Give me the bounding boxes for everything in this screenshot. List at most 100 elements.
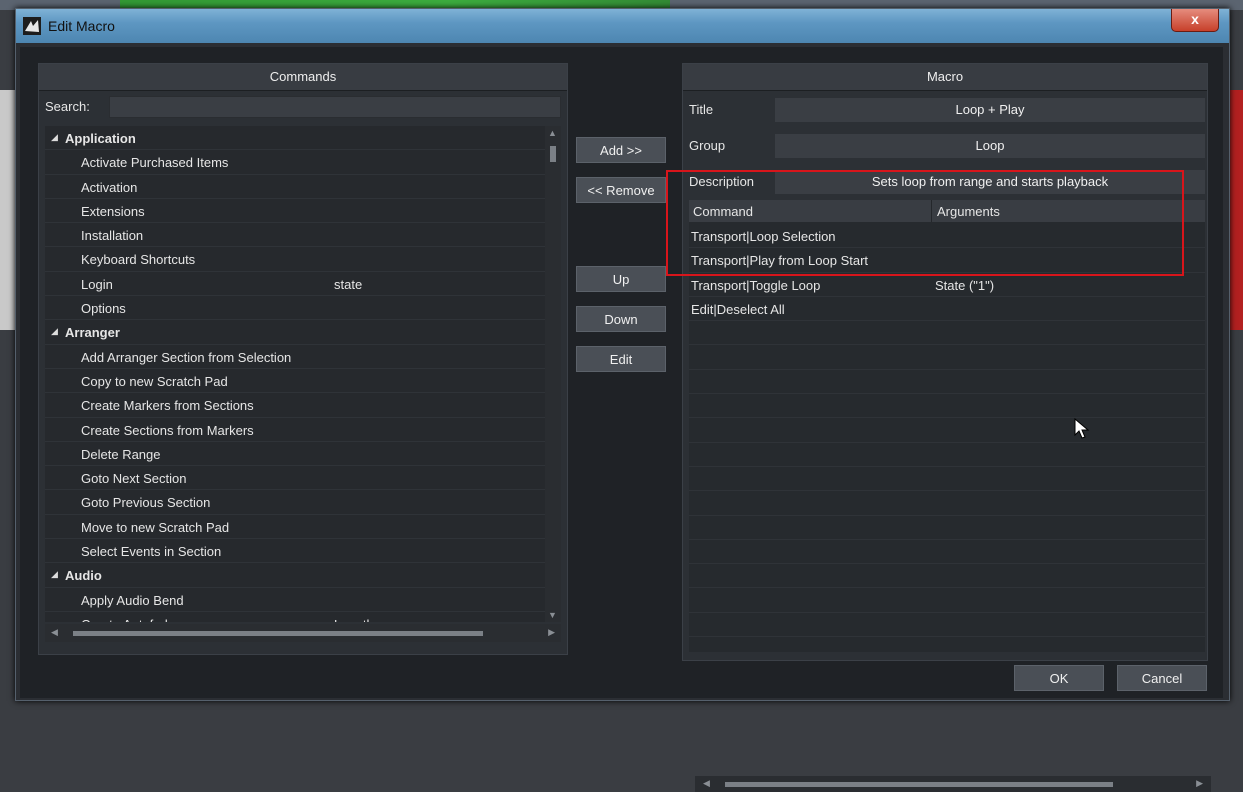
- dialog-body: Commands Search: ◢ Application Activate Pu…: [20, 47, 1223, 792]
- edit-button[interactable]: Edit: [576, 346, 666, 372]
- empty-grid-row: [689, 491, 1205, 516]
- scroll-down-icon[interactable]: ▼: [548, 610, 557, 620]
- commands-vertical-scrollbar[interactable]: ▲ ▼: [545, 126, 561, 622]
- mouse-cursor-icon: [1074, 418, 1090, 439]
- tree-row-label: Extensions: [81, 203, 145, 219]
- tree-row-label: Arranger: [65, 325, 120, 341]
- search-label: Search:: [45, 99, 90, 114]
- tree-group-row[interactable]: ◢ Application: [45, 126, 545, 151]
- macro-row-command: Edit|Deselect All: [691, 301, 785, 317]
- group-label: Group: [689, 138, 726, 153]
- tree-group-row[interactable]: ◢ Arranger: [45, 320, 545, 345]
- tree-item-row[interactable]: Installation: [45, 223, 545, 248]
- tree-row-label: Activation: [81, 179, 138, 195]
- tree-item-row[interactable]: Add Arranger Section from Selection: [45, 345, 545, 369]
- edit-macro-dialog: Edit Macro x Commands Search: ◢ Applicati…: [15, 8, 1230, 792]
- expand-triangle-icon[interactable]: ◢: [51, 326, 58, 337]
- empty-grid-row: [689, 613, 1205, 638]
- macro-row[interactable]: Transport|Toggle Loop State ("1"): [689, 273, 1205, 297]
- empty-grid-row: [689, 540, 1205, 565]
- empty-grid-row: [689, 564, 1205, 589]
- tree-row-label: Delete Range: [81, 446, 161, 462]
- tree-item-row[interactable]: Keyboard Shortcuts: [45, 247, 545, 272]
- scroll-left-icon[interactable]: ◀: [703, 778, 710, 789]
- highlight-box: [666, 170, 1184, 276]
- empty-grid-row: [689, 321, 1205, 346]
- search-input[interactable]: [109, 96, 561, 118]
- empty-grid-row: [689, 516, 1205, 540]
- tree-item-row[interactable]: Activation: [45, 175, 545, 199]
- tree-item-row[interactable]: Goto Previous Section: [45, 490, 545, 515]
- tree-item-row[interactable]: Extensions: [45, 199, 545, 224]
- tree-group-row[interactable]: ◢ Audio: [45, 563, 545, 588]
- empty-grid-row: [689, 588, 1205, 613]
- add-button[interactable]: Add >>: [576, 137, 666, 163]
- tree-item-row[interactable]: Options: [45, 296, 545, 321]
- tree-row-label: Activate Purchased Items: [81, 155, 229, 171]
- macro-header: Macro: [683, 64, 1207, 91]
- search-row: Search:: [39, 94, 567, 120]
- scroll-thumb[interactable]: [550, 146, 556, 162]
- tree-item-row[interactable]: Create Markers from Sections: [45, 393, 545, 418]
- macro-row-command: Transport|Toggle Loop: [691, 277, 821, 293]
- ok-button[interactable]: OK: [1014, 665, 1104, 691]
- tree-item-row[interactable]: Copy to new Scratch Pad: [45, 369, 545, 394]
- cancel-button[interactable]: Cancel: [1117, 665, 1207, 691]
- tree-row-label: Audio: [65, 568, 102, 584]
- expand-triangle-icon[interactable]: ◢: [51, 132, 58, 143]
- scroll-thumb[interactable]: [725, 782, 1113, 787]
- tree-row-label: Create Autofades: [81, 617, 181, 622]
- down-button[interactable]: Down: [576, 306, 666, 332]
- tree-item-row[interactable]: Login state: [45, 272, 545, 297]
- empty-grid-row: [689, 418, 1205, 443]
- tree-row-label: Application: [65, 131, 136, 146]
- up-button[interactable]: Up: [576, 266, 666, 292]
- macro-horizontal-scrollbar[interactable]: ◀ ▶: [695, 776, 1211, 792]
- tree-row-label: Options: [81, 301, 126, 317]
- macro-row[interactable]: Edit|Deselect All: [689, 297, 1205, 322]
- close-icon: x: [1191, 11, 1199, 27]
- tree-row-label: Goto Previous Section: [81, 495, 211, 511]
- scroll-up-icon[interactable]: ▲: [548, 128, 557, 138]
- window-title: Edit Macro: [48, 18, 115, 34]
- remove-button[interactable]: << Remove: [576, 177, 666, 203]
- close-button[interactable]: x: [1171, 9, 1219, 32]
- title-label: Title: [689, 102, 714, 117]
- tree-item-row[interactable]: Apply Audio Bend: [45, 588, 545, 612]
- commands-header: Commands: [39, 64, 567, 91]
- scroll-left-icon[interactable]: ◀: [51, 627, 58, 638]
- empty-grid-row: [689, 394, 1205, 419]
- tree-item-row[interactable]: Goto Next Section: [45, 466, 545, 491]
- tree-item-row[interactable]: Activate Purchased Items: [45, 150, 545, 175]
- title-bar[interactable]: Edit Macro x: [16, 9, 1229, 43]
- tree-row-argument: Length: [334, 617, 374, 622]
- group-field[interactable]: Loop: [775, 134, 1205, 158]
- title-field[interactable]: Loop + Play: [775, 98, 1205, 122]
- tree-item-row[interactable]: Create Autofades Length: [45, 612, 545, 622]
- tree-row-argument: state: [334, 276, 363, 292]
- tree-row-label: Copy to new Scratch Pad: [81, 373, 228, 389]
- scroll-right-icon[interactable]: ▶: [548, 627, 555, 638]
- tree-item-row[interactable]: Select Events in Section: [45, 539, 545, 564]
- empty-grid-row: [689, 345, 1205, 370]
- tree-row-label: Move to new Scratch Pad: [81, 519, 230, 535]
- empty-grid-row: [689, 370, 1205, 395]
- tree-item-row[interactable]: Delete Range: [45, 442, 545, 467]
- tree-row-label: Installation: [81, 228, 144, 244]
- tree-row-label: Add Arranger Section from Selection: [81, 349, 292, 365]
- scroll-right-icon[interactable]: ▶: [1196, 778, 1203, 789]
- expand-triangle-icon[interactable]: ◢: [51, 569, 58, 580]
- empty-grid-row: [689, 467, 1205, 492]
- scroll-thumb[interactable]: [73, 631, 483, 636]
- tree-row-label: Select Events in Section: [81, 544, 222, 560]
- tree-row-label: Login: [81, 276, 113, 292]
- commands-panel: Commands Search: ◢ Application Activate Pu…: [38, 63, 568, 655]
- tree-row-label: Goto Next Section: [81, 471, 187, 487]
- tree-item-row[interactable]: Create Sections from Markers: [45, 418, 545, 442]
- commands-horizontal-scrollbar[interactable]: ◀ ▶: [45, 624, 561, 642]
- tree-item-row[interactable]: Move to new Scratch Pad: [45, 515, 545, 540]
- tree-row-label: Apply Audio Bend: [81, 592, 184, 608]
- empty-grid-row: [689, 443, 1205, 467]
- macro-row-arguments: State ("1"): [935, 277, 995, 293]
- commands-tree[interactable]: ◢ Application Activate Purchased Items Acti…: [45, 126, 545, 622]
